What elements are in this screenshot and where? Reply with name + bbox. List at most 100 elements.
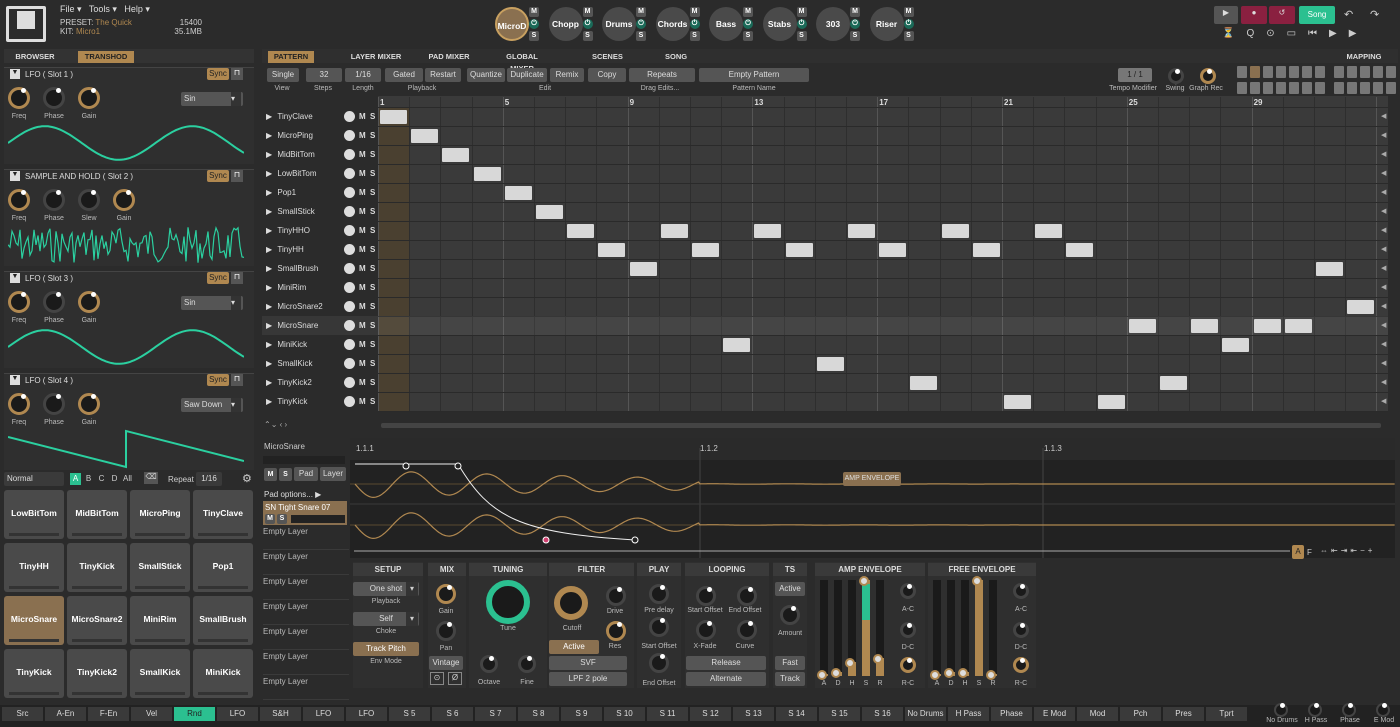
empty-layer[interactable]: Empty Layer: [263, 626, 349, 650]
track-solo[interactable]: S: [370, 316, 375, 335]
mod-tab[interactable]: Src: [2, 707, 43, 721]
mapping-cell[interactable]: [1386, 82, 1396, 94]
kit-power-2[interactable]: ⏻: [636, 19, 646, 29]
free-dc-knob[interactable]: [1013, 622, 1029, 638]
mod-tab[interactable]: S 14: [776, 707, 817, 721]
gain-knob[interactable]: [436, 584, 456, 604]
track-solo[interactable]: S: [370, 335, 375, 354]
track-mute[interactable]: M: [359, 392, 366, 411]
mod-tab[interactable]: S 13: [733, 707, 774, 721]
mod-tab[interactable]: E Mod: [1034, 707, 1075, 721]
track-knob-icon[interactable]: [344, 396, 355, 407]
slot4-sync-button[interactable]: Sync: [207, 374, 229, 386]
slot2-retrigger-icon[interactable]: ⊓: [231, 170, 243, 182]
amp-rc-knob[interactable]: [900, 657, 916, 673]
expand-icon[interactable]: ▶: [266, 302, 272, 311]
transport-icons[interactable]: ⏳Q⊙▭⏮▶▶: [1222, 28, 1368, 39]
pad-9[interactable]: MicroSnare2: [67, 596, 127, 645]
free-handle[interactable]: [930, 670, 940, 680]
kit-power-0[interactable]: ⏻: [529, 19, 539, 29]
slot4-knob-phase[interactable]: [43, 393, 65, 415]
track-row[interactable]: ▶ LowBitTom M S: [262, 164, 378, 183]
drive-knob[interactable]: [606, 586, 626, 606]
play-button[interactable]: ▶: [1214, 6, 1238, 24]
menu-file[interactable]: File ▾: [60, 4, 82, 14]
track-row[interactable]: ▶ TinyKick2 M S: [262, 373, 378, 392]
curve-knob[interactable]: [737, 620, 757, 640]
amp-slider-3[interactable]: [862, 580, 870, 676]
mod-tab[interactable]: S 7: [475, 707, 516, 721]
track-row[interactable]: ▶ SmallBrush M S: [262, 259, 378, 278]
slot4-knob-gain[interactable]: [78, 393, 100, 415]
mod-tab[interactable]: S 16: [862, 707, 903, 721]
loop-end-knob[interactable]: [737, 586, 757, 606]
track-solo[interactable]: S: [370, 297, 375, 316]
mod-tab[interactable]: Pres: [1163, 707, 1204, 721]
layer-mute-button[interactable]: M: [264, 468, 277, 481]
free-handle[interactable]: [944, 668, 954, 678]
step-note[interactable]: [660, 224, 688, 238]
mod-tab[interactable]: S 9: [561, 707, 602, 721]
res-knob[interactable]: [606, 621, 626, 641]
mapping-cell[interactable]: [1334, 66, 1344, 78]
mapping-cell[interactable]: [1289, 66, 1299, 78]
mapping-cell[interactable]: [1289, 82, 1299, 94]
track-solo[interactable]: S: [370, 240, 375, 259]
mapping-cell[interactable]: [1276, 82, 1286, 94]
slot3-knob-freq[interactable]: [8, 291, 30, 313]
amp-slider-0[interactable]: [820, 580, 828, 676]
toolbar-single[interactable]: Single: [267, 68, 299, 82]
slot1-knob-gain[interactable]: [78, 87, 100, 109]
track-arrow-icon[interactable]: ◀: [1381, 378, 1386, 386]
amp-dc-knob[interactable]: [900, 622, 916, 638]
amp-handle[interactable]: [873, 654, 883, 664]
expand-icon[interactable]: ▶: [266, 264, 272, 273]
mod-tab[interactable]: Rnd: [174, 707, 215, 721]
step-note[interactable]: [1160, 376, 1187, 390]
toolbar-steps[interactable]: 32: [306, 68, 342, 82]
tab-pattern[interactable]: PATTERN: [268, 51, 314, 63]
step-note[interactable]: [473, 167, 501, 181]
corner-knob[interactable]: [1274, 703, 1288, 717]
kit-power-4[interactable]: ⏻: [743, 19, 753, 29]
mod-tab[interactable]: LFO: [217, 707, 258, 721]
kit-solo-0[interactable]: S: [529, 31, 539, 41]
mapping-cell[interactable]: [1347, 82, 1357, 94]
step-note[interactable]: [1191, 319, 1219, 333]
kit-button-2[interactable]: Drums: [602, 7, 636, 41]
pad-5[interactable]: TinyKick: [67, 543, 127, 592]
track-mute[interactable]: M: [359, 373, 366, 392]
track-arrow-icon[interactable]: ◀: [1381, 321, 1386, 329]
track-arrow-icon[interactable]: ◀: [1381, 264, 1386, 272]
free-slider-0[interactable]: [933, 580, 941, 676]
mod-tab[interactable]: S 10: [604, 707, 645, 721]
slot4-retrigger-icon[interactable]: ⊓: [231, 374, 243, 386]
redo-icon[interactable]: ↷: [1370, 8, 1379, 21]
track-arrow-icon[interactable]: ◀: [1381, 226, 1386, 234]
toolbar-quantize[interactable]: Quantize: [467, 68, 505, 82]
slot3-sync-button[interactable]: Sync: [207, 272, 229, 284]
kit-solo-1[interactable]: S: [582, 31, 593, 41]
tab-transhod[interactable]: TRANSHOD: [78, 51, 134, 63]
mod-tab[interactable]: LFO: [303, 707, 344, 721]
free-handle[interactable]: [958, 668, 968, 678]
mod-tab[interactable]: Phase: [991, 707, 1032, 721]
track-pitch-button[interactable]: Track Pitch: [353, 642, 419, 656]
track-mute[interactable]: M: [359, 335, 366, 354]
track-arrow-icon[interactable]: ◀: [1381, 283, 1386, 291]
mod-tab[interactable]: No Drums: [905, 707, 946, 721]
free-rc-knob[interactable]: [1013, 657, 1029, 673]
mapping-cell[interactable]: [1373, 66, 1383, 78]
expand-icon[interactable]: ▶: [266, 378, 272, 387]
wave-tools-icons[interactable]: ⇔⇤⇥⇤−+: [1320, 546, 1375, 555]
mapping-cell[interactable]: [1276, 66, 1286, 78]
mode-select[interactable]: Normal: [4, 472, 64, 486]
waveform-panel[interactable]: [350, 438, 1395, 558]
slot1-shape-select[interactable]: Sin ▾: [181, 92, 243, 106]
pad-1[interactable]: MidBitTom: [67, 490, 127, 539]
track-knob-icon[interactable]: [344, 377, 355, 388]
amp-ac-knob[interactable]: [900, 583, 916, 599]
kit-button-7[interactable]: Riser: [869, 7, 904, 41]
slot2-knob-slew[interactable]: [78, 189, 100, 211]
track-mute[interactable]: M: [359, 202, 366, 221]
